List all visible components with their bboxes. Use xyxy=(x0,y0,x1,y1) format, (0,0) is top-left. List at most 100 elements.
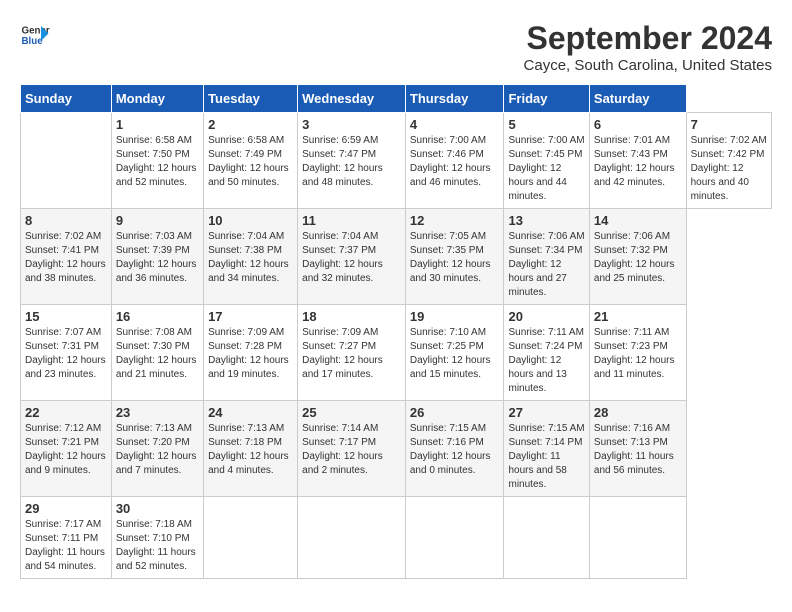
cell-content: Sunrise: 7:05 AMSunset: 7:35 PMDaylight:… xyxy=(410,230,500,286)
column-header-saturday: Saturday xyxy=(589,85,686,113)
calendar-cell: 9Sunrise: 7:03 AMSunset: 7:39 PMDaylight… xyxy=(111,209,203,305)
cell-content: Sunrise: 7:10 AMSunset: 7:25 PMDaylight:… xyxy=(410,326,500,382)
cell-content: Sunrise: 7:02 AMSunset: 7:41 PMDaylight:… xyxy=(25,230,107,286)
cell-content: Sunrise: 7:09 AMSunset: 7:28 PMDaylight:… xyxy=(208,326,293,382)
day-number: 24 xyxy=(208,405,293,420)
calendar-cell: 12 Sunrise: 7:05 AMSunset: 7:35 PMDayligh… xyxy=(405,209,504,305)
cell-content: Sunrise: 7:13 AMSunset: 7:20 PMDaylight:… xyxy=(116,422,199,478)
logo: General Blue xyxy=(20,20,50,50)
calendar-cell: 16 Sunrise: 7:08 AMSunset: 7:30 PMDayligh… xyxy=(111,305,203,401)
cell-content: Sunrise: 7:18 AMSunset: 7:10 PMDaylight:… xyxy=(116,518,199,574)
day-number: 25 xyxy=(302,405,401,420)
day-number: 2 xyxy=(208,117,293,132)
cell-content: Sunrise: 6:59 AMSunset: 7:47 PMDaylight:… xyxy=(302,134,401,190)
day-number: 3 xyxy=(302,117,401,132)
title-area: September 2024 Cayce, South Carolina, Un… xyxy=(524,20,772,74)
calendar-table: SundayMondayTuesdayWednesdayThursdayFrid… xyxy=(20,84,772,579)
day-number: 17 xyxy=(208,309,293,324)
calendar-week-4: 22 Sunrise: 7:12 AMSunset: 7:21 PMDayligh… xyxy=(21,401,772,497)
calendar-cell: 18Sunrise: 7:09 AMSunset: 7:27 PMDayligh… xyxy=(298,305,406,401)
calendar-cell: 13Sunrise: 7:06 AMSunset: 7:34 PMDayligh… xyxy=(504,209,589,305)
cell-content: Sunrise: 7:08 AMSunset: 7:30 PMDaylight:… xyxy=(116,326,199,382)
day-number: 9 xyxy=(116,213,199,228)
cell-content: Sunrise: 6:58 AMSunset: 7:50 PMDaylight:… xyxy=(116,134,199,190)
day-number: 1 xyxy=(116,117,199,132)
cell-content: Sunrise: 7:15 AMSunset: 7:16 PMDaylight:… xyxy=(410,422,500,478)
svg-text:Blue: Blue xyxy=(22,36,44,47)
day-number: 4 xyxy=(410,117,500,132)
calendar-week-3: 15Sunrise: 7:07 AMSunset: 7:31 PMDayligh… xyxy=(21,305,772,401)
calendar-cell: 23 Sunrise: 7:13 AMSunset: 7:20 PMDayligh… xyxy=(111,401,203,497)
calendar-cell: 27 Sunrise: 7:15 AMSunset: 7:14 PMDayligh… xyxy=(504,401,589,497)
cell-content: Sunrise: 7:15 AMSunset: 7:14 PMDaylight:… xyxy=(508,422,584,492)
day-number: 23 xyxy=(116,405,199,420)
cell-content: Sunrise: 7:04 AMSunset: 7:38 PMDaylight:… xyxy=(208,230,293,286)
calendar-week-1: 1 Sunrise: 6:58 AMSunset: 7:50 PMDaylight… xyxy=(21,113,772,209)
calendar-cell: 6 Sunrise: 7:01 AMSunset: 7:43 PMDaylight… xyxy=(589,113,686,209)
page-subtitle: Cayce, South Carolina, United States xyxy=(524,57,772,74)
column-header-wednesday: Wednesday xyxy=(298,85,406,113)
day-number: 5 xyxy=(508,117,584,132)
cell-content: Sunrise: 7:02 AMSunset: 7:42 PMDaylight:… xyxy=(691,134,767,204)
calendar-cell: 14Sunrise: 7:06 AMSunset: 7:32 PMDayligh… xyxy=(589,209,686,305)
calendar-cell: 28 Sunrise: 7:16 AMSunset: 7:13 PMDayligh… xyxy=(589,401,686,497)
day-number: 16 xyxy=(116,309,199,324)
day-number: 20 xyxy=(508,309,584,324)
cell-content: Sunrise: 7:06 AMSunset: 7:32 PMDaylight:… xyxy=(594,230,682,286)
calendar-cell: 10Sunrise: 7:04 AMSunset: 7:38 PMDayligh… xyxy=(204,209,298,305)
cell-content: Sunrise: 6:58 AMSunset: 7:49 PMDaylight:… xyxy=(208,134,293,190)
calendar-cell: 7 Sunrise: 7:02 AMSunset: 7:42 PMDaylight… xyxy=(686,113,771,209)
day-number: 19 xyxy=(410,309,500,324)
cell-content: Sunrise: 7:00 AMSunset: 7:46 PMDaylight:… xyxy=(410,134,500,190)
calendar-cell: 1 Sunrise: 6:58 AMSunset: 7:50 PMDaylight… xyxy=(111,113,203,209)
calendar-cell: 22 Sunrise: 7:12 AMSunset: 7:21 PMDayligh… xyxy=(21,401,112,497)
cell-content: Sunrise: 7:11 AMSunset: 7:24 PMDaylight:… xyxy=(508,326,584,396)
calendar-cell: 17 Sunrise: 7:09 AMSunset: 7:28 PMDayligh… xyxy=(204,305,298,401)
day-number: 21 xyxy=(594,309,682,324)
calendar-cell: 26 Sunrise: 7:15 AMSunset: 7:16 PMDayligh… xyxy=(405,401,504,497)
calendar-cell xyxy=(298,497,406,579)
day-number: 12 xyxy=(410,213,500,228)
calendar-cell: 3 Sunrise: 6:59 AMSunset: 7:47 PMDaylight… xyxy=(298,113,406,209)
column-header-tuesday: Tuesday xyxy=(204,85,298,113)
day-number: 29 xyxy=(25,501,107,516)
cell-content: Sunrise: 7:17 AMSunset: 7:11 PMDaylight:… xyxy=(25,518,107,574)
calendar-cell: 24 Sunrise: 7:13 AMSunset: 7:18 PMDayligh… xyxy=(204,401,298,497)
column-header-monday: Monday xyxy=(111,85,203,113)
calendar-cell: 30 Sunrise: 7:18 AMSunset: 7:10 PMDayligh… xyxy=(111,497,203,579)
cell-content: Sunrise: 7:16 AMSunset: 7:13 PMDaylight:… xyxy=(594,422,682,478)
cell-content: Sunrise: 7:00 AMSunset: 7:45 PMDaylight:… xyxy=(508,134,584,204)
calendar-cell: 19 Sunrise: 7:10 AMSunset: 7:25 PMDayligh… xyxy=(405,305,504,401)
cell-content: Sunrise: 7:12 AMSunset: 7:21 PMDaylight:… xyxy=(25,422,107,478)
logo-icon: General Blue xyxy=(20,20,50,50)
header: General Blue September 2024 Cayce, South… xyxy=(20,20,772,74)
day-number: 15 xyxy=(25,309,107,324)
day-number: 27 xyxy=(508,405,584,420)
calendar-cell: 21 Sunrise: 7:11 AMSunset: 7:23 PMDayligh… xyxy=(589,305,686,401)
calendar-cell xyxy=(204,497,298,579)
day-number: 7 xyxy=(691,117,767,132)
calendar-cell: 11Sunrise: 7:04 AMSunset: 7:37 PMDayligh… xyxy=(298,209,406,305)
column-header-sunday: Sunday xyxy=(21,85,112,113)
column-header-friday: Friday xyxy=(504,85,589,113)
day-number: 6 xyxy=(594,117,682,132)
calendar-cell: 2 Sunrise: 6:58 AMSunset: 7:49 PMDaylight… xyxy=(204,113,298,209)
day-number: 28 xyxy=(594,405,682,420)
calendar-week-2: 8 Sunrise: 7:02 AMSunset: 7:41 PMDaylight… xyxy=(21,209,772,305)
day-number: 8 xyxy=(25,213,107,228)
calendar-cell: 15Sunrise: 7:07 AMSunset: 7:31 PMDayligh… xyxy=(21,305,112,401)
day-number: 26 xyxy=(410,405,500,420)
day-number: 22 xyxy=(25,405,107,420)
page-title: September 2024 xyxy=(524,20,772,57)
calendar-cell: 25Sunrise: 7:14 AMSunset: 7:17 PMDayligh… xyxy=(298,401,406,497)
calendar-cell: 29 Sunrise: 7:17 AMSunset: 7:11 PMDayligh… xyxy=(21,497,112,579)
calendar-cell xyxy=(21,113,112,209)
day-number: 30 xyxy=(116,501,199,516)
day-number: 13 xyxy=(508,213,584,228)
calendar-week-5: 29 Sunrise: 7:17 AMSunset: 7:11 PMDayligh… xyxy=(21,497,772,579)
day-number: 18 xyxy=(302,309,401,324)
cell-content: Sunrise: 7:13 AMSunset: 7:18 PMDaylight:… xyxy=(208,422,293,478)
cell-content: Sunrise: 7:01 AMSunset: 7:43 PMDaylight:… xyxy=(594,134,682,190)
cell-content: Sunrise: 7:11 AMSunset: 7:23 PMDaylight:… xyxy=(594,326,682,382)
header-row: SundayMondayTuesdayWednesdayThursdayFrid… xyxy=(21,85,772,113)
